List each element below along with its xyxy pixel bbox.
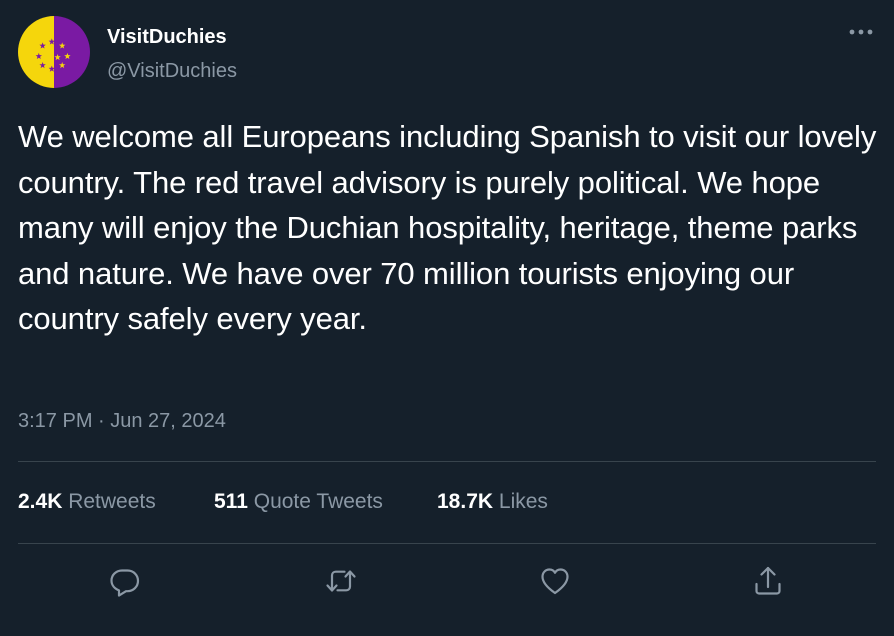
avatar-flag-icon — [18, 16, 90, 88]
retweets-label: Retweets — [68, 490, 156, 513]
divider — [18, 461, 876, 462]
retweets-stat[interactable]: 2.4K Retweets — [18, 490, 156, 514]
likes-stat[interactable]: 18.7K Likes — [437, 490, 548, 514]
tweet-timestamp[interactable]: 3:17 PM · Jun 27, 2024 — [18, 410, 226, 433]
like-button[interactable] — [537, 563, 573, 599]
share-button[interactable] — [750, 563, 786, 599]
avatar[interactable] — [18, 16, 90, 88]
reply-button[interactable] — [107, 563, 143, 599]
tweet-detail: VisitDuchies @VisitDuchies We welcome al… — [0, 0, 894, 636]
quote-tweets-stat[interactable]: 511 Quote Tweets — [214, 490, 383, 514]
share-icon — [755, 566, 781, 595]
divider — [18, 543, 876, 544]
likes-count: 18.7K — [437, 490, 494, 513]
quote-tweets-count: 511 — [214, 490, 248, 513]
author-display-name[interactable]: VisitDuchies — [107, 26, 227, 49]
retweet-icon — [326, 570, 356, 592]
likes-label: Likes — [498, 490, 548, 513]
retweets-count: 2.4K — [18, 490, 63, 513]
reply-icon — [110, 569, 140, 597]
heart-icon — [541, 568, 569, 595]
retweet-button[interactable] — [323, 563, 359, 599]
more-icon[interactable] — [846, 24, 876, 40]
quote-tweets-label: Quote Tweets — [253, 490, 383, 513]
author-handle[interactable]: @VisitDuchies — [107, 60, 237, 83]
tweet-text: We welcome all Europeans including Spani… — [18, 119, 877, 336]
